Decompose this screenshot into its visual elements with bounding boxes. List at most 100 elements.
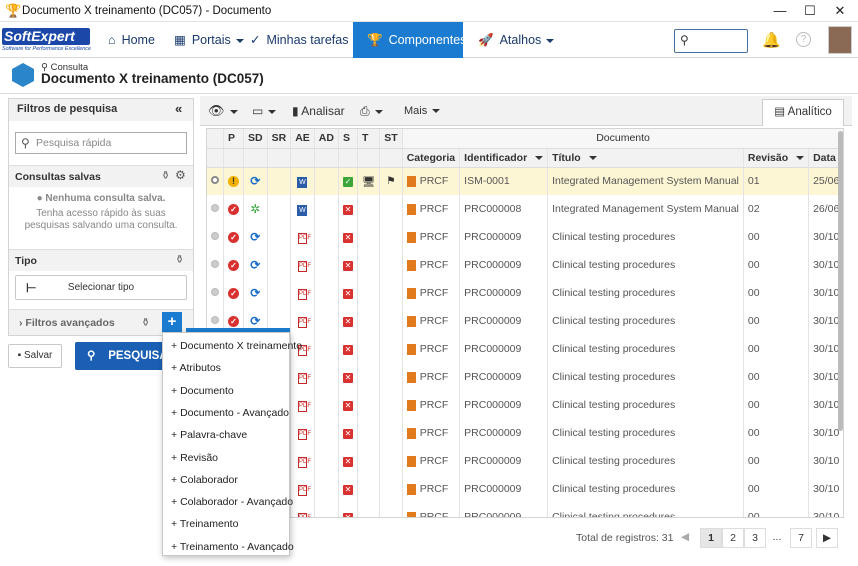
select-tipo-button[interactable]: ⊢ Selecionar tipo [15, 275, 187, 300]
close-icon: ✕ [342, 317, 353, 327]
col-categoria[interactable]: Categoria [402, 148, 461, 168]
title-value: Integrated Management System Manual [552, 203, 739, 215]
help-icon[interactable]: ? [796, 32, 811, 47]
menu-item[interactable]: + Treinamento - Avançado [163, 536, 294, 558]
select-tipo-label: Selecionar tipo [67, 282, 135, 293]
vertical-scrollbar[interactable] [838, 131, 843, 431]
col-identificador[interactable]: Identificador [459, 148, 549, 168]
col-p[interactable]: P [223, 129, 244, 149]
nav-tarefas-label: Minhas tarefas [266, 33, 349, 47]
date-value: 30/10 [813, 231, 840, 243]
menu-item[interactable]: + Treinamento [163, 513, 289, 535]
menu-item[interactable]: + Revisão [163, 447, 289, 469]
broom-icon[interactable]: ⚱ [175, 253, 184, 266]
col-sr[interactable]: SR [267, 129, 292, 149]
table-row[interactable]: ✓⟳PDF✕PRCFPRC000009Clinical testing proc… [207, 279, 843, 307]
close-icon: ✕ [342, 401, 353, 411]
col-revisao[interactable]: Revisão [743, 148, 810, 168]
quick-search-input[interactable]: ⚲ Pesquisa rápida [15, 132, 187, 154]
minimize-button[interactable]: — [766, 2, 794, 20]
close-icon: ✕ [342, 513, 353, 517]
printer-icon: ⎙ [360, 104, 370, 118]
row-radio[interactable] [211, 316, 219, 324]
col-s[interactable]: S [338, 129, 358, 149]
category-value: PRCF [419, 399, 449, 411]
menu-item[interactable]: + Documento [163, 380, 289, 402]
menu-item[interactable]: + Documento X treinamento [163, 335, 302, 357]
nav-componentes[interactable]: 🏆 Componentes [353, 22, 480, 58]
softexpert-logo[interactable]: SoftExpert Software for Performance Exce… [2, 28, 91, 54]
gear-icon[interactable]: ⚙ [175, 168, 186, 182]
collapse-icon[interactable]: « [175, 101, 182, 116]
add-filter-button[interactable]: + [162, 312, 182, 332]
table-row[interactable]: ✓⟳PDF✕PRCFPRC000009Clinical testing proc… [207, 223, 843, 251]
maximize-button[interactable]: ☐ [796, 2, 824, 20]
row-radio[interactable] [211, 232, 219, 240]
table-row[interactable]: ! ⟳ W ✓ 🖥 ⚑ PRCF ISM-0001 Integrated Management … [207, 167, 843, 195]
identifier-value: PRC000009 [464, 287, 522, 299]
tab-analitico[interactable]: ▤ Analítico [762, 99, 844, 126]
menu-item[interactable]: + Palavra-chave [163, 424, 289, 446]
row-radio[interactable] [211, 288, 219, 296]
category-icon [406, 315, 416, 327]
nav-minhas-tarefas[interactable]: ✓ Minhas tarefas [240, 22, 371, 58]
row-radio[interactable] [211, 260, 219, 268]
date-value: 30/10 [813, 315, 840, 327]
page-3[interactable]: 3 [744, 528, 766, 548]
page-7[interactable]: 7 [790, 528, 812, 548]
row-radio[interactable] [211, 176, 219, 185]
table-row[interactable]: ✓ ✲ W ✕ PRCF PRC000008 Integrated Management S… [207, 195, 843, 223]
no-saved-label: Nenhuma consulta salva. [45, 193, 166, 204]
analisar-button[interactable]: ▮ Analisar [292, 96, 345, 126]
col-titulo[interactable]: Título [547, 148, 744, 168]
col-ae[interactable]: AE [290, 129, 315, 149]
word-icon: W [297, 204, 308, 216]
page-2[interactable]: 2 [722, 528, 744, 548]
table-row[interactable]: ✓⟳PDF✕PRCFPRC000009Clinical testing proc… [207, 475, 843, 503]
prev-page-icon[interactable]: ◀ [674, 528, 696, 548]
bell-icon[interactable]: 🔔 [762, 31, 781, 49]
print-button[interactable]: ⎙ [360, 96, 383, 126]
category-icon [406, 483, 416, 495]
mais-button[interactable]: Mais [404, 96, 441, 126]
table-row[interactable]: ✓⟳PDF✕PRCFPRC000009Clinical testing proc… [207, 391, 843, 419]
broom-icon[interactable]: ⚱ [141, 316, 150, 329]
table-row[interactable]: ✓⟳PDF✕PRCFPRC000009Clinical testing proc… [207, 503, 843, 517]
col-sd[interactable]: SD [243, 129, 268, 149]
analitico-label: Analítico [787, 106, 832, 118]
title-value: Clinical testing procedures [552, 371, 676, 383]
close-button[interactable]: ✕ [826, 2, 854, 20]
row-radio[interactable] [211, 204, 219, 212]
next-page-icon[interactable]: ▶ [816, 528, 838, 548]
col-t[interactable]: T [357, 129, 381, 149]
menu-item[interactable]: + Atributos [163, 357, 289, 379]
table-row[interactable]: ✓⟳PDF✕PRCFPRC000009Clinical testing proc… [207, 251, 843, 279]
menu-item[interactable]: + Documento - Avançado [163, 402, 289, 424]
title-value: Clinical testing procedures [552, 427, 676, 439]
user-avatar[interactable] [828, 26, 852, 54]
category-value: PRCF [419, 483, 449, 495]
view-icon[interactable]: ▭ [252, 96, 277, 126]
table-row[interactable]: ✓⟳PDF✕PRCFPRC000009Clinical testing proc… [207, 419, 843, 447]
nav-home[interactable]: ⌂ Home [98, 22, 165, 58]
table-row[interactable]: ✓⟳PDF✕PRCFPRC000009Clinical testing proc… [207, 307, 843, 335]
col-ad[interactable]: AD [314, 129, 339, 149]
col-st[interactable]: ST [379, 129, 403, 149]
plus-icon: + [171, 496, 181, 509]
mais-label: Mais [404, 105, 428, 117]
broom-icon[interactable]: ⚱ [161, 169, 170, 182]
page-1[interactable]: 1 [700, 528, 722, 548]
menu-item[interactable]: + Colaborador - Avançado [163, 491, 293, 513]
table-row[interactable]: ✓⟳PDF✕PRCFPRC000009Clinical testing proc… [207, 447, 843, 475]
pdf-icon: PDF [297, 513, 311, 517]
save-button[interactable]: ▪ Salvar [8, 344, 62, 368]
global-search-input[interactable]: ⚲ [674, 29, 748, 53]
nav-atalhos[interactable]: 🚀 Atalhos [468, 22, 564, 58]
menu-item[interactable]: + Colaborador [163, 469, 289, 491]
table-row[interactable]: ✓⟳PDF✕PRCFPRC000009Clinical testing proc… [207, 335, 843, 363]
save-label: Salvar [23, 350, 53, 361]
category-value: PRCF [419, 315, 449, 327]
table-row[interactable]: ✓⟳PDF✕PRCFPRC000009Clinical testing proc… [207, 363, 843, 391]
eye-icon[interactable]: 👁 [208, 96, 238, 126]
title-value: Clinical testing procedures [552, 343, 676, 355]
